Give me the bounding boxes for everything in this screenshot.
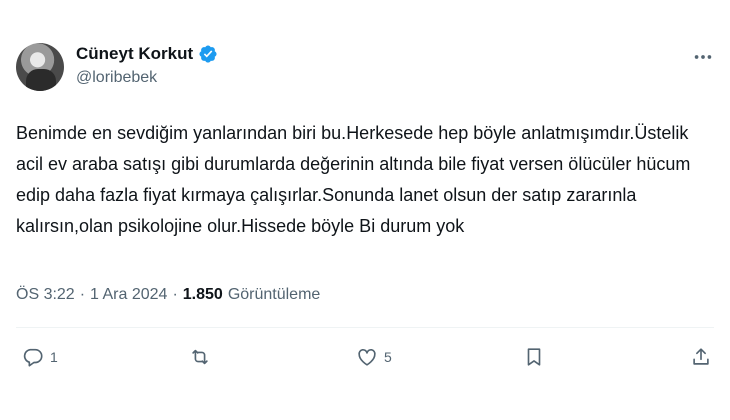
tweet-text: Benimde en sevdiğim yanlarından biri bu.… (16, 123, 691, 236)
name-row: Cüneyt Korkut (76, 43, 218, 65)
reply-count: 1 (50, 349, 58, 365)
like-count: 5 (384, 349, 392, 365)
share-button[interactable] (690, 346, 712, 368)
action-bar: 1 5 (0, 346, 730, 376)
verified-badge-icon (199, 45, 217, 63)
bookmark-button[interactable] (523, 346, 545, 368)
more-icon[interactable] (692, 46, 714, 68)
reply-icon (23, 348, 43, 367)
tweet-date[interactable]: 1 Ara 2024 (90, 286, 167, 304)
divider (16, 327, 714, 328)
views-count: 1.850 (182, 286, 223, 303)
avatar[interactable] (16, 43, 64, 91)
like-icon (358, 349, 376, 366)
meta-separator: · (172, 286, 178, 303)
repost-button[interactable] (189, 346, 217, 368)
bookmark-icon (527, 348, 541, 366)
tweet-time[interactable]: ÖS 3:22 (16, 286, 75, 304)
reply-button[interactable]: 1 (22, 346, 58, 368)
share-icon (693, 348, 709, 365)
like-button[interactable]: 5 (356, 346, 392, 368)
tweet-meta: ÖS 3:22 · 1 Ara 2024 · 1.850 Görüntüleme (16, 286, 320, 304)
views-label: Görüntüleme (227, 286, 321, 303)
repost-icon (192, 349, 208, 365)
handle[interactable]: @loribebek (76, 67, 218, 89)
author-info: Cüneyt Korkut @loribebek (76, 43, 218, 89)
meta-separator: · (79, 286, 86, 303)
display-name[interactable]: Cüneyt Korkut (76, 43, 193, 65)
